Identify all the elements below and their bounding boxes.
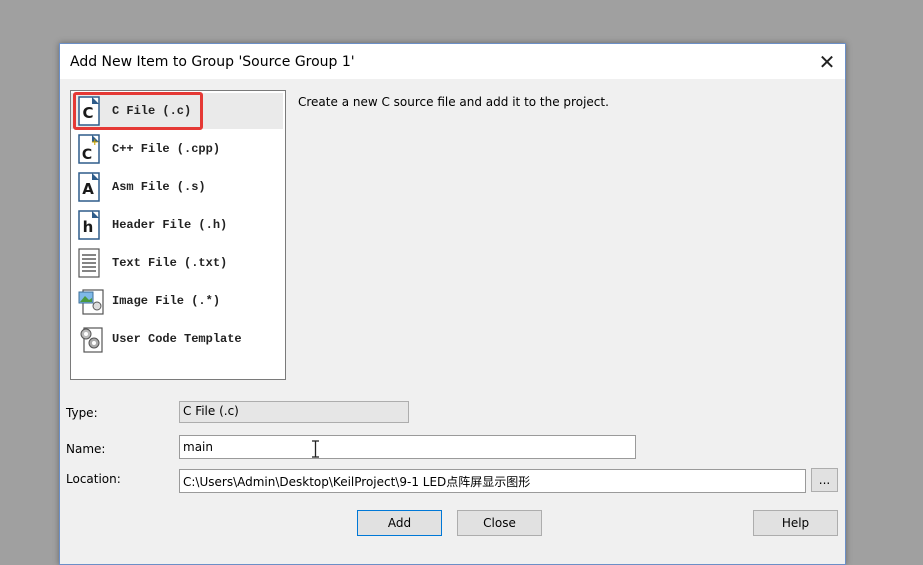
- text-cursor-icon: [312, 440, 319, 458]
- svg-text:++: ++: [91, 138, 100, 148]
- list-item-text-file[interactable]: Text File (.txt): [71, 245, 283, 281]
- svg-text:C: C: [82, 147, 92, 163]
- list-item-cpp-file[interactable]: C ++ C++ File (.cpp): [71, 131, 283, 167]
- list-item-label: Header File (.h): [112, 218, 228, 232]
- item-description: Create a new C source file and add it to…: [298, 95, 609, 109]
- user-code-template-icon: [80, 327, 103, 353]
- list-item-label: C++ File (.cpp): [112, 142, 221, 156]
- selection-highlight-annotation: [73, 92, 203, 130]
- list-item-label: Image File (.*): [112, 294, 221, 308]
- name-input[interactable]: [179, 435, 636, 459]
- add-new-item-dialog: Add New Item to Group 'Source Group 1' ✕…: [59, 43, 846, 565]
- text-file-icon: [78, 248, 100, 278]
- file-type-list[interactable]: C C File (.c) C ++ C++ File (.cpp) A Asm…: [70, 90, 286, 380]
- cpp-file-icon: C ++: [78, 134, 100, 164]
- list-item-label: Asm File (.s): [112, 180, 206, 194]
- type-label: Type:: [66, 406, 98, 420]
- close-icon[interactable]: ✕: [809, 44, 845, 79]
- title-bar: Add New Item to Group 'Source Group 1' ✕: [60, 44, 845, 79]
- list-item-asm-file[interactable]: A Asm File (.s): [71, 169, 283, 205]
- asm-file-icon: A: [78, 172, 100, 202]
- close-button[interactable]: Close: [457, 510, 542, 536]
- svg-text:h: h: [83, 218, 94, 236]
- image-file-icon: [78, 289, 104, 315]
- list-item-image-file[interactable]: Image File (.*): [71, 283, 283, 319]
- list-item-label: User Code Template: [112, 332, 242, 346]
- browse-button[interactable]: ...: [811, 468, 838, 492]
- name-label: Name:: [66, 442, 106, 456]
- type-field: C File (.c): [179, 401, 409, 423]
- location-input[interactable]: [179, 469, 806, 493]
- list-item-label: Text File (.txt): [112, 256, 228, 270]
- svg-text:A: A: [82, 180, 94, 198]
- header-file-icon: h: [78, 210, 100, 240]
- list-item-user-code-template[interactable]: User Code Template: [71, 321, 283, 357]
- location-label: Location:: [66, 472, 121, 486]
- dialog-title: Add New Item to Group 'Source Group 1': [70, 54, 355, 70]
- list-item-header-file[interactable]: h Header File (.h): [71, 207, 283, 243]
- help-button[interactable]: Help: [753, 510, 838, 536]
- add-button[interactable]: Add: [357, 510, 442, 536]
